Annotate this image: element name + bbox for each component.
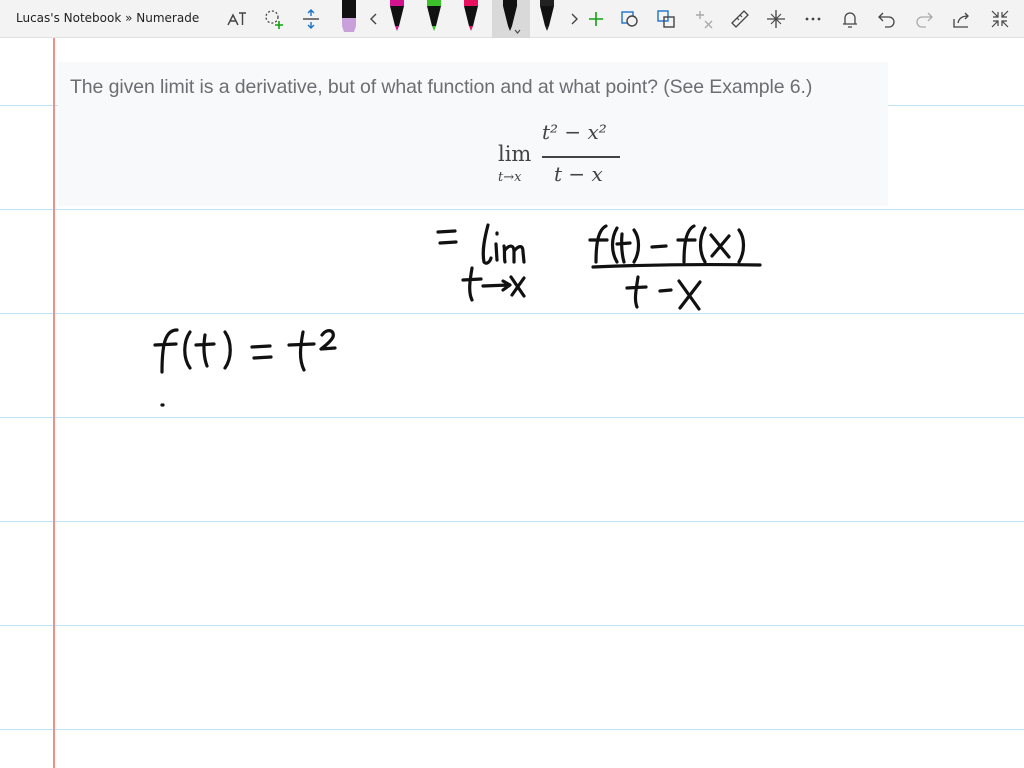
limit-formula: lim t→x t² − x² t − x (498, 120, 638, 190)
highlighter-pen[interactable] (338, 0, 360, 38)
math-icon[interactable] (692, 7, 716, 31)
toolbar: Lucas's Notebook » Numerade (0, 0, 1024, 38)
shape-icon[interactable] (618, 7, 642, 31)
undo-icon[interactable] (875, 7, 899, 31)
add-pen-icon[interactable] (584, 7, 608, 31)
question-block: The given limit is a derivative, but of … (58, 62, 888, 206)
fraction-bar (542, 156, 620, 158)
question-text: The given limit is a derivative, but of … (70, 76, 813, 98)
green-pen[interactable] (423, 0, 445, 38)
insert-space-icon[interactable] (299, 7, 323, 31)
app-title: Lucas's Notebook » Numerade (16, 11, 200, 25)
fullscreen-icon[interactable] (988, 7, 1012, 31)
more-icon[interactable] (801, 7, 825, 31)
text-to-ink-icon[interactable] (225, 7, 249, 31)
black-pen-selected[interactable] (499, 0, 521, 38)
limit-operator: lim (498, 142, 532, 166)
stencil-icon[interactable] (764, 7, 788, 31)
ink-to-shape-icon[interactable] (654, 7, 678, 31)
black-pen[interactable] (536, 0, 558, 38)
share-icon[interactable] (950, 7, 974, 31)
limit-subscript: t→x (498, 170, 522, 185)
redo-icon[interactable] (912, 7, 936, 31)
fraction-numerator: t² − x² (542, 120, 607, 144)
chevron-left-icon[interactable] (362, 7, 386, 31)
lasso-add-icon[interactable] (262, 7, 286, 31)
chevron-right-icon[interactable] (562, 7, 586, 31)
magenta-pen[interactable] (386, 0, 408, 38)
fraction-denominator: t − x (554, 162, 603, 186)
margin-line (53, 38, 55, 768)
ruler-icon[interactable] (728, 7, 752, 31)
notification-icon[interactable] (838, 7, 862, 31)
pink-pen[interactable] (460, 0, 482, 38)
